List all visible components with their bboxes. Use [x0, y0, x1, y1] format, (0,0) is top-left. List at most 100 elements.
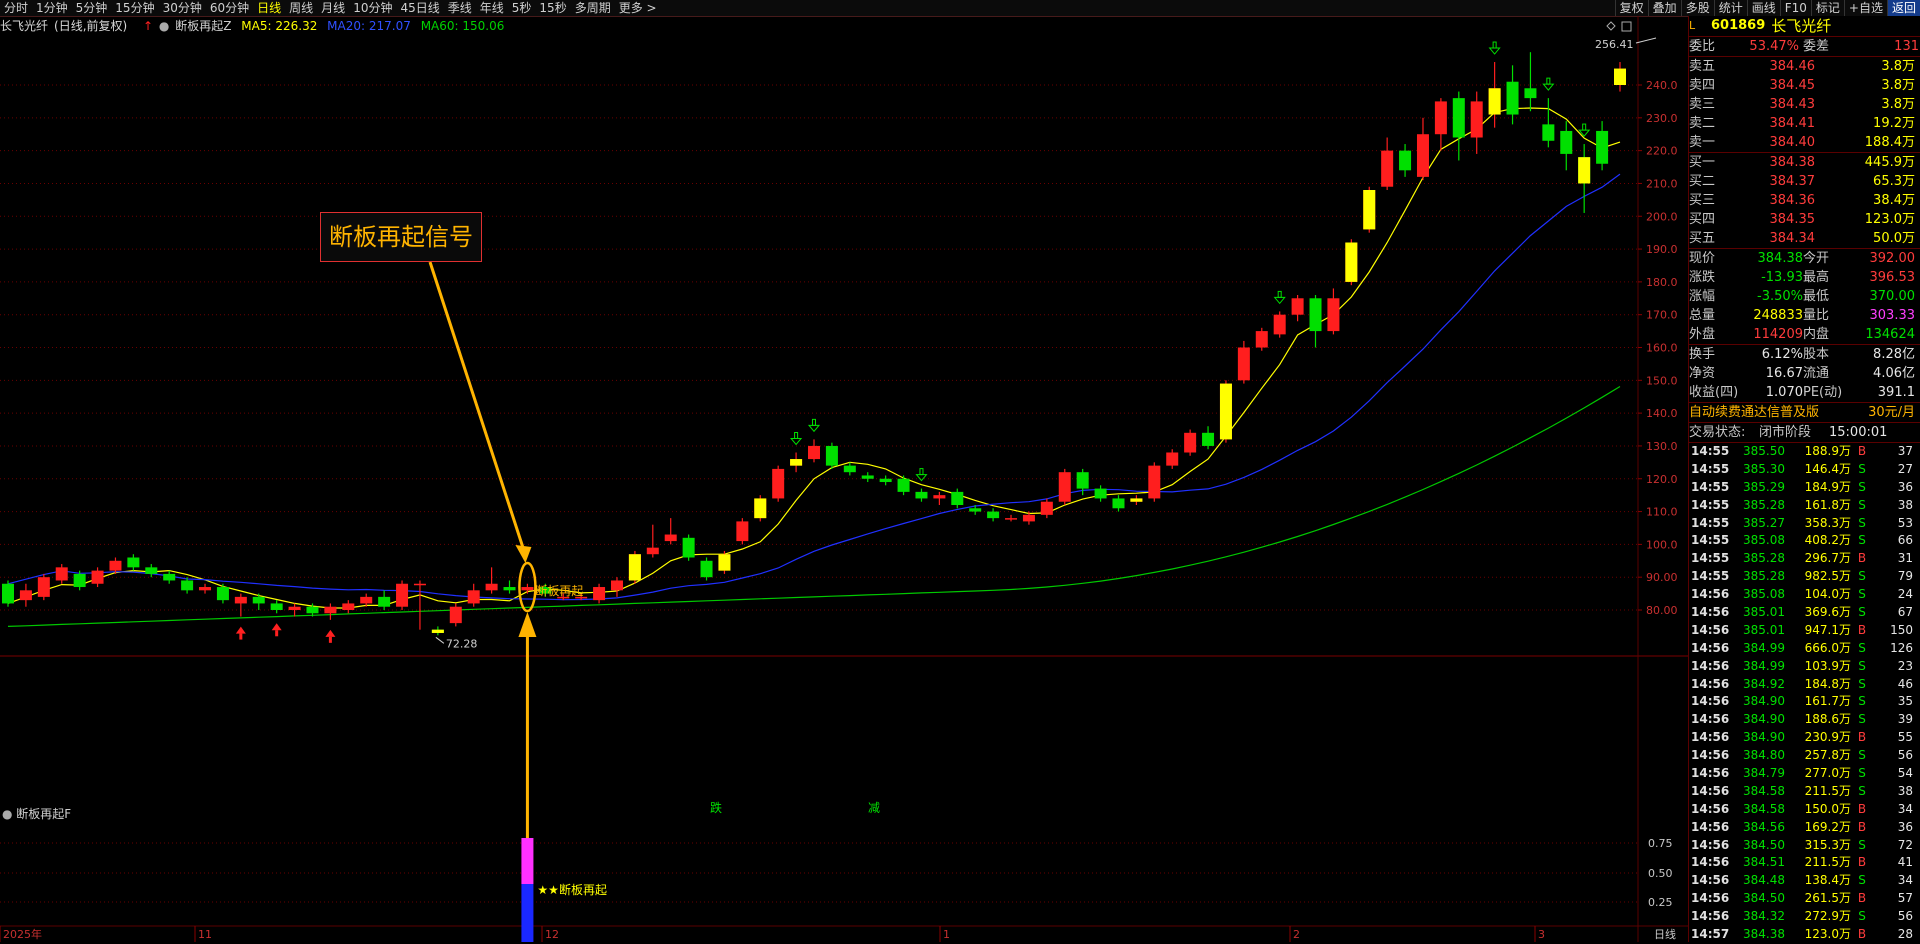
trade-t: 14:55	[1691, 533, 1730, 548]
candle-body	[1273, 314, 1286, 335]
toolbar-button[interactable]: 统计	[1713, 0, 1747, 16]
price-tick-label: 240.0	[1646, 79, 1678, 92]
period-tab[interactable]: 30分钟	[159, 0, 206, 16]
period-tab[interactable]: 年线	[476, 0, 508, 16]
ask-row: 卖二 384.41 19.2万	[1689, 114, 1920, 133]
toolbar-button[interactable]: 返回	[1886, 0, 1920, 16]
ask-price: 384.43	[1769, 97, 1816, 112]
bid-label: 买四	[1689, 212, 1716, 227]
trade-bs: S	[1858, 766, 1866, 781]
trade-p: 384.90	[1743, 730, 1785, 745]
toolbar-button[interactable]: 复权	[1614, 0, 1648, 16]
trade-t: 14:56	[1691, 783, 1730, 798]
candle-body	[1309, 298, 1322, 332]
bid-label: 买五	[1689, 231, 1716, 246]
trade-v: 277.0万	[1804, 766, 1851, 781]
period-tab[interactable]: 15秒	[535, 0, 570, 16]
toolbar-button[interactable]: 画线	[1746, 0, 1780, 16]
candle-body	[843, 465, 856, 473]
ma60-line	[7, 385, 1621, 627]
trade-v: 123.0万	[1804, 927, 1851, 942]
toolbar-button[interactable]: +自选	[1843, 0, 1887, 16]
level2-icon: L	[1689, 19, 1696, 32]
toolbar-button[interactable]: 标记	[1810, 0, 1844, 16]
period-tab[interactable]: 分时	[0, 0, 32, 16]
highlight-candle	[1219, 383, 1232, 440]
toolbar-button[interactable]: 叠加	[1647, 0, 1681, 16]
stat-label: 外盘	[1689, 327, 1716, 342]
toolbar-button[interactable]: F10	[1779, 0, 1811, 16]
jian-marker: 减	[868, 801, 880, 815]
highlight-candle	[1130, 498, 1143, 502]
trade-ticks[interactable]: 14:55 385.50 188.9万 B 37 14:55 385.30 146.4万 S 27…	[1689, 442, 1920, 944]
period-tab[interactable]: 多周期	[571, 0, 615, 16]
trade-t: 14:55	[1691, 444, 1730, 458]
trade-v: 161.7万	[1804, 694, 1851, 709]
candle-body	[216, 587, 229, 601]
period-tab[interactable]: 1分钟	[32, 0, 72, 16]
price-tick-label: 120.0	[1646, 473, 1678, 486]
period-tab[interactable]: 10分钟	[349, 0, 396, 16]
low-pointer	[435, 636, 445, 644]
candle-body	[199, 587, 212, 591]
period-tab[interactable]: 月线	[317, 0, 349, 16]
toolbar-button[interactable]: 多股	[1680, 0, 1714, 16]
stat-row: 总量 248833 量比 303.33	[1689, 306, 1920, 325]
trade-t: 14:56	[1691, 694, 1730, 709]
trade-t: 14:55	[1691, 515, 1730, 530]
trade-row: 14:57 384.38 123.0万 B 28	[1689, 926, 1920, 944]
period-tab[interactable]: 45日线	[396, 0, 443, 16]
status-row: 交易状态: 闭市阶段 15:00:01	[1689, 422, 1920, 442]
trade-t: 14:55	[1691, 479, 1730, 494]
trade-n: 28	[1897, 927, 1913, 942]
period-tab[interactable]: 5秒	[508, 0, 536, 16]
candlestick-chart[interactable]: 80.00 90.00 100.0 110.0 120.0 130.0 140.0 150.0…	[0, 16, 1688, 942]
candle-body	[646, 547, 659, 555]
trade-row: 14:55 385.50 188.9万 B 37	[1689, 443, 1920, 461]
finance-label: 流通	[1803, 366, 1830, 381]
trade-bs: S	[1858, 873, 1866, 888]
period-tab[interactable]: 60分钟	[206, 0, 253, 16]
trade-p: 385.30	[1743, 461, 1785, 476]
period-tab[interactable]: 15分钟	[111, 0, 158, 16]
trade-v: 947.1万	[1804, 622, 1851, 637]
stat-value: 303.33	[1869, 308, 1916, 323]
period-tab[interactable]: 周线	[285, 0, 317, 16]
restore-icon	[1621, 21, 1632, 32]
sub-tick-label: 0.50	[1648, 867, 1673, 880]
trade-n: 79	[1897, 569, 1913, 584]
trade-n: 24	[1897, 587, 1913, 602]
trade-bs: B	[1857, 730, 1867, 745]
trade-bs: S	[1858, 461, 1866, 476]
period-tab[interactable]: 季线	[444, 0, 476, 16]
stat-label: 现价	[1689, 251, 1716, 266]
period-tab[interactable]: 更多 >	[615, 0, 661, 16]
up-arrow-head	[518, 612, 537, 638]
trade-t: 14:56	[1691, 748, 1730, 763]
ask-volume: 19.2万	[1873, 116, 1915, 131]
buy-arrow-icon	[271, 623, 282, 631]
period-tab[interactable]: 日线	[253, 0, 285, 16]
candle-body	[163, 573, 176, 581]
candle-body	[521, 587, 534, 591]
trade-row: 14:56 384.51 211.5万 B 41	[1689, 854, 1920, 872]
period-tab[interactable]: 5分钟	[72, 0, 112, 16]
candle-body	[1112, 498, 1125, 509]
sub-panel-settings-icon[interactable]: ●	[2, 807, 16, 821]
highlight-candle	[718, 554, 731, 571]
stat-value: -13.93	[1761, 270, 1803, 285]
candle-body	[109, 560, 122, 571]
trade-v: 296.7万	[1804, 551, 1851, 566]
trade-p: 384.56	[1743, 819, 1785, 834]
trade-bs: S	[1858, 748, 1866, 763]
trade-n: 54	[1897, 766, 1913, 781]
bid-price: 384.37	[1769, 174, 1816, 189]
promo-row[interactable]: 自动续费通达信普及版 30元/月	[1689, 402, 1920, 422]
sell-arrow-stem	[794, 432, 799, 439]
trade-n: 39	[1897, 712, 1913, 727]
ask-label: 卖一	[1689, 135, 1716, 150]
ask-row: 卖三 384.43 3.8万	[1689, 95, 1920, 114]
period-tabs: 分时 1分钟 5分钟 15分钟 30分钟 60分钟 日线 周线 月线 10分钟 45日线 季线 年线 5秒…	[0, 0, 661, 16]
trade-p: 385.29	[1743, 479, 1785, 494]
candle-body	[736, 521, 749, 542]
